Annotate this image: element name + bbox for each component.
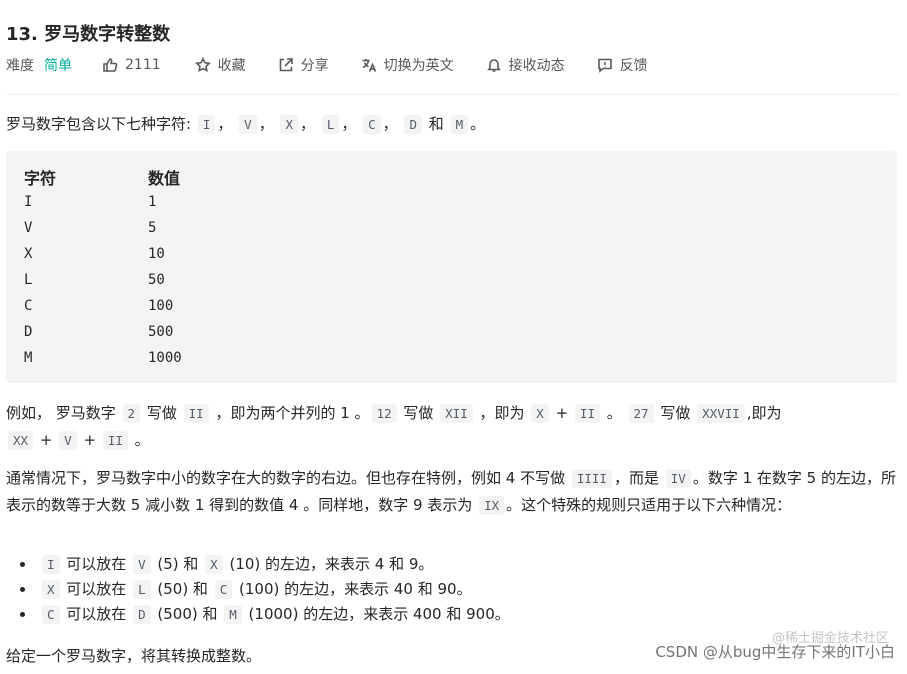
share-label: 分享 [300,58,329,74]
feedback-icon [597,58,612,73]
bell-icon [486,59,501,72]
problem-meta-bar: 难度 简单 2111 收藏 分享 切换为英文 接收动态 反馈 [6,55,680,75]
notify-button[interactable]: 接收动态 [486,55,565,75]
symbol-code: L [321,115,340,134]
intro-paragraph: 罗马数字包含以下七种字符: I， V， X， L， C， D 和 M。 [6,115,486,134]
example-paragraph: 例如， 罗马数字 2 写做 II ，即为两个并列的 1 。 12 写做 XII ，… [6,404,782,450]
translate-icon [362,59,376,72]
symbol-code: I [197,115,216,134]
table-header: 字符 数值 [24,165,180,189]
table-row: L 50 [24,272,165,288]
watermark-csdn: CSDN @从bug中生存下来的IT小白 [655,643,895,661]
table-row: I1 [24,194,157,210]
switch-language-label: 切换为英文 [383,58,454,74]
list-item: I 可以放在 V (5) 和 X (10) 的左边，来表示 4 和 9。 [36,552,510,577]
symbol-value-table: 字符 数值 I1 V5 X 10 L 50 C 100 D 500 M 1000 [6,151,897,383]
symbol-code: M [450,115,469,134]
share-icon [279,58,293,72]
symbol-code: V [239,115,257,134]
table-row: C 100 [24,298,174,314]
notify-label: 接收动态 [508,58,565,74]
feedback-label: 反馈 [619,58,648,74]
difficulty-label: 难度 [6,58,34,74]
table-row: D 500 [24,324,174,340]
table-row: V5 [24,220,157,236]
thumbs-up-icon [103,58,118,72]
symbol-code: D [404,115,422,134]
difficulty-badge: 简单 [44,58,72,74]
switch-language-button[interactable]: 切换为英文 [361,55,454,75]
table-row: X 10 [24,246,165,262]
list-item: C 可以放在 D (500) 和 M (1000) 的左边，来表示 400 和 … [36,602,510,627]
special-cases-paragraph: 通常情况下，罗马数字中小的数字在大的数字的右边。但也存在特例，例如 4 不写做 … [6,469,896,515]
favorite-label: 收藏 [217,58,246,74]
table-row: M 1000 [24,350,182,366]
share-button[interactable]: 分享 [278,55,329,75]
list-item: X 可以放在 L (50) 和 C (100) 的左边，来表示 40 和 90。 [36,577,510,602]
like-button[interactable]: 2111 [102,57,161,73]
table-header-symbol: 字符 [24,169,57,188]
header-divider [6,94,899,95]
symbol-code: C [363,115,381,134]
star-icon [194,57,211,73]
problem-title: 13. 罗马数字转整数 [6,24,171,45]
symbol-code: X [280,115,299,134]
feedback-button[interactable]: 反馈 [597,55,648,75]
rules-list: I 可以放在 V (5) 和 X (10) 的左边，来表示 4 和 9。 X 可… [6,552,510,627]
favorite-button[interactable]: 收藏 [194,55,246,75]
like-count: 2111 [125,57,161,73]
table-header-value: 数值 [148,169,181,188]
